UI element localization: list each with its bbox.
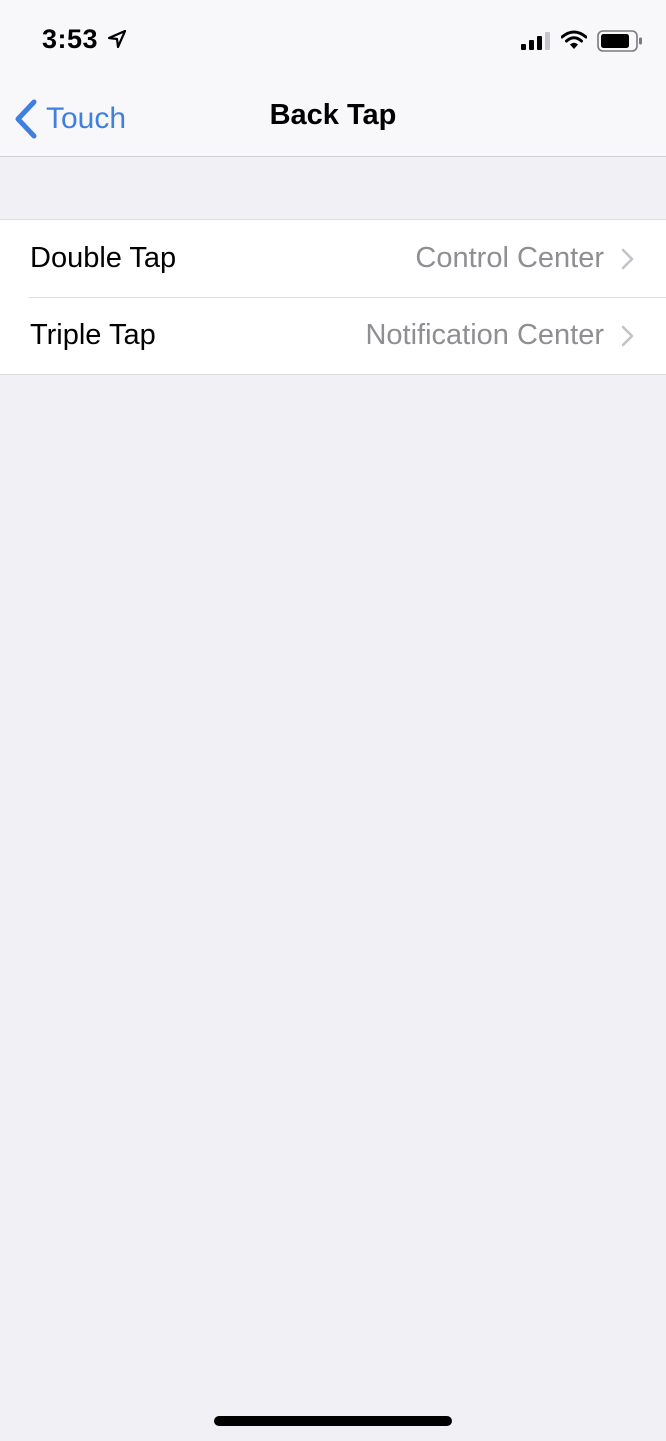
status-bar: 3:53: [0, 0, 666, 82]
chevron-right-icon: [621, 325, 634, 347]
settings-group: Double Tap Control Center Triple Tap Not…: [0, 219, 666, 375]
wifi-icon: [561, 30, 587, 49]
row-value: Notification Center: [365, 319, 604, 351]
cellular-signal-icon: [521, 32, 550, 50]
home-indicator[interactable]: [214, 1416, 452, 1426]
page-title: Back Tap: [269, 99, 397, 131]
status-time: 3:53: [42, 24, 99, 54]
settings-row-double-tap[interactable]: Double Tap Control Center: [0, 220, 666, 297]
battery-icon: [597, 30, 642, 52]
row-label: Double Tap: [30, 242, 177, 274]
row-label: Triple Tap: [30, 319, 156, 351]
navigation-bar: Touch Back Tap: [0, 82, 666, 157]
location-arrow-icon: [108, 30, 126, 48]
settings-row-triple-tap[interactable]: Triple Tap Notification Center: [0, 297, 666, 374]
row-value: Control Center: [415, 242, 604, 274]
chevron-right-icon: [621, 248, 634, 270]
